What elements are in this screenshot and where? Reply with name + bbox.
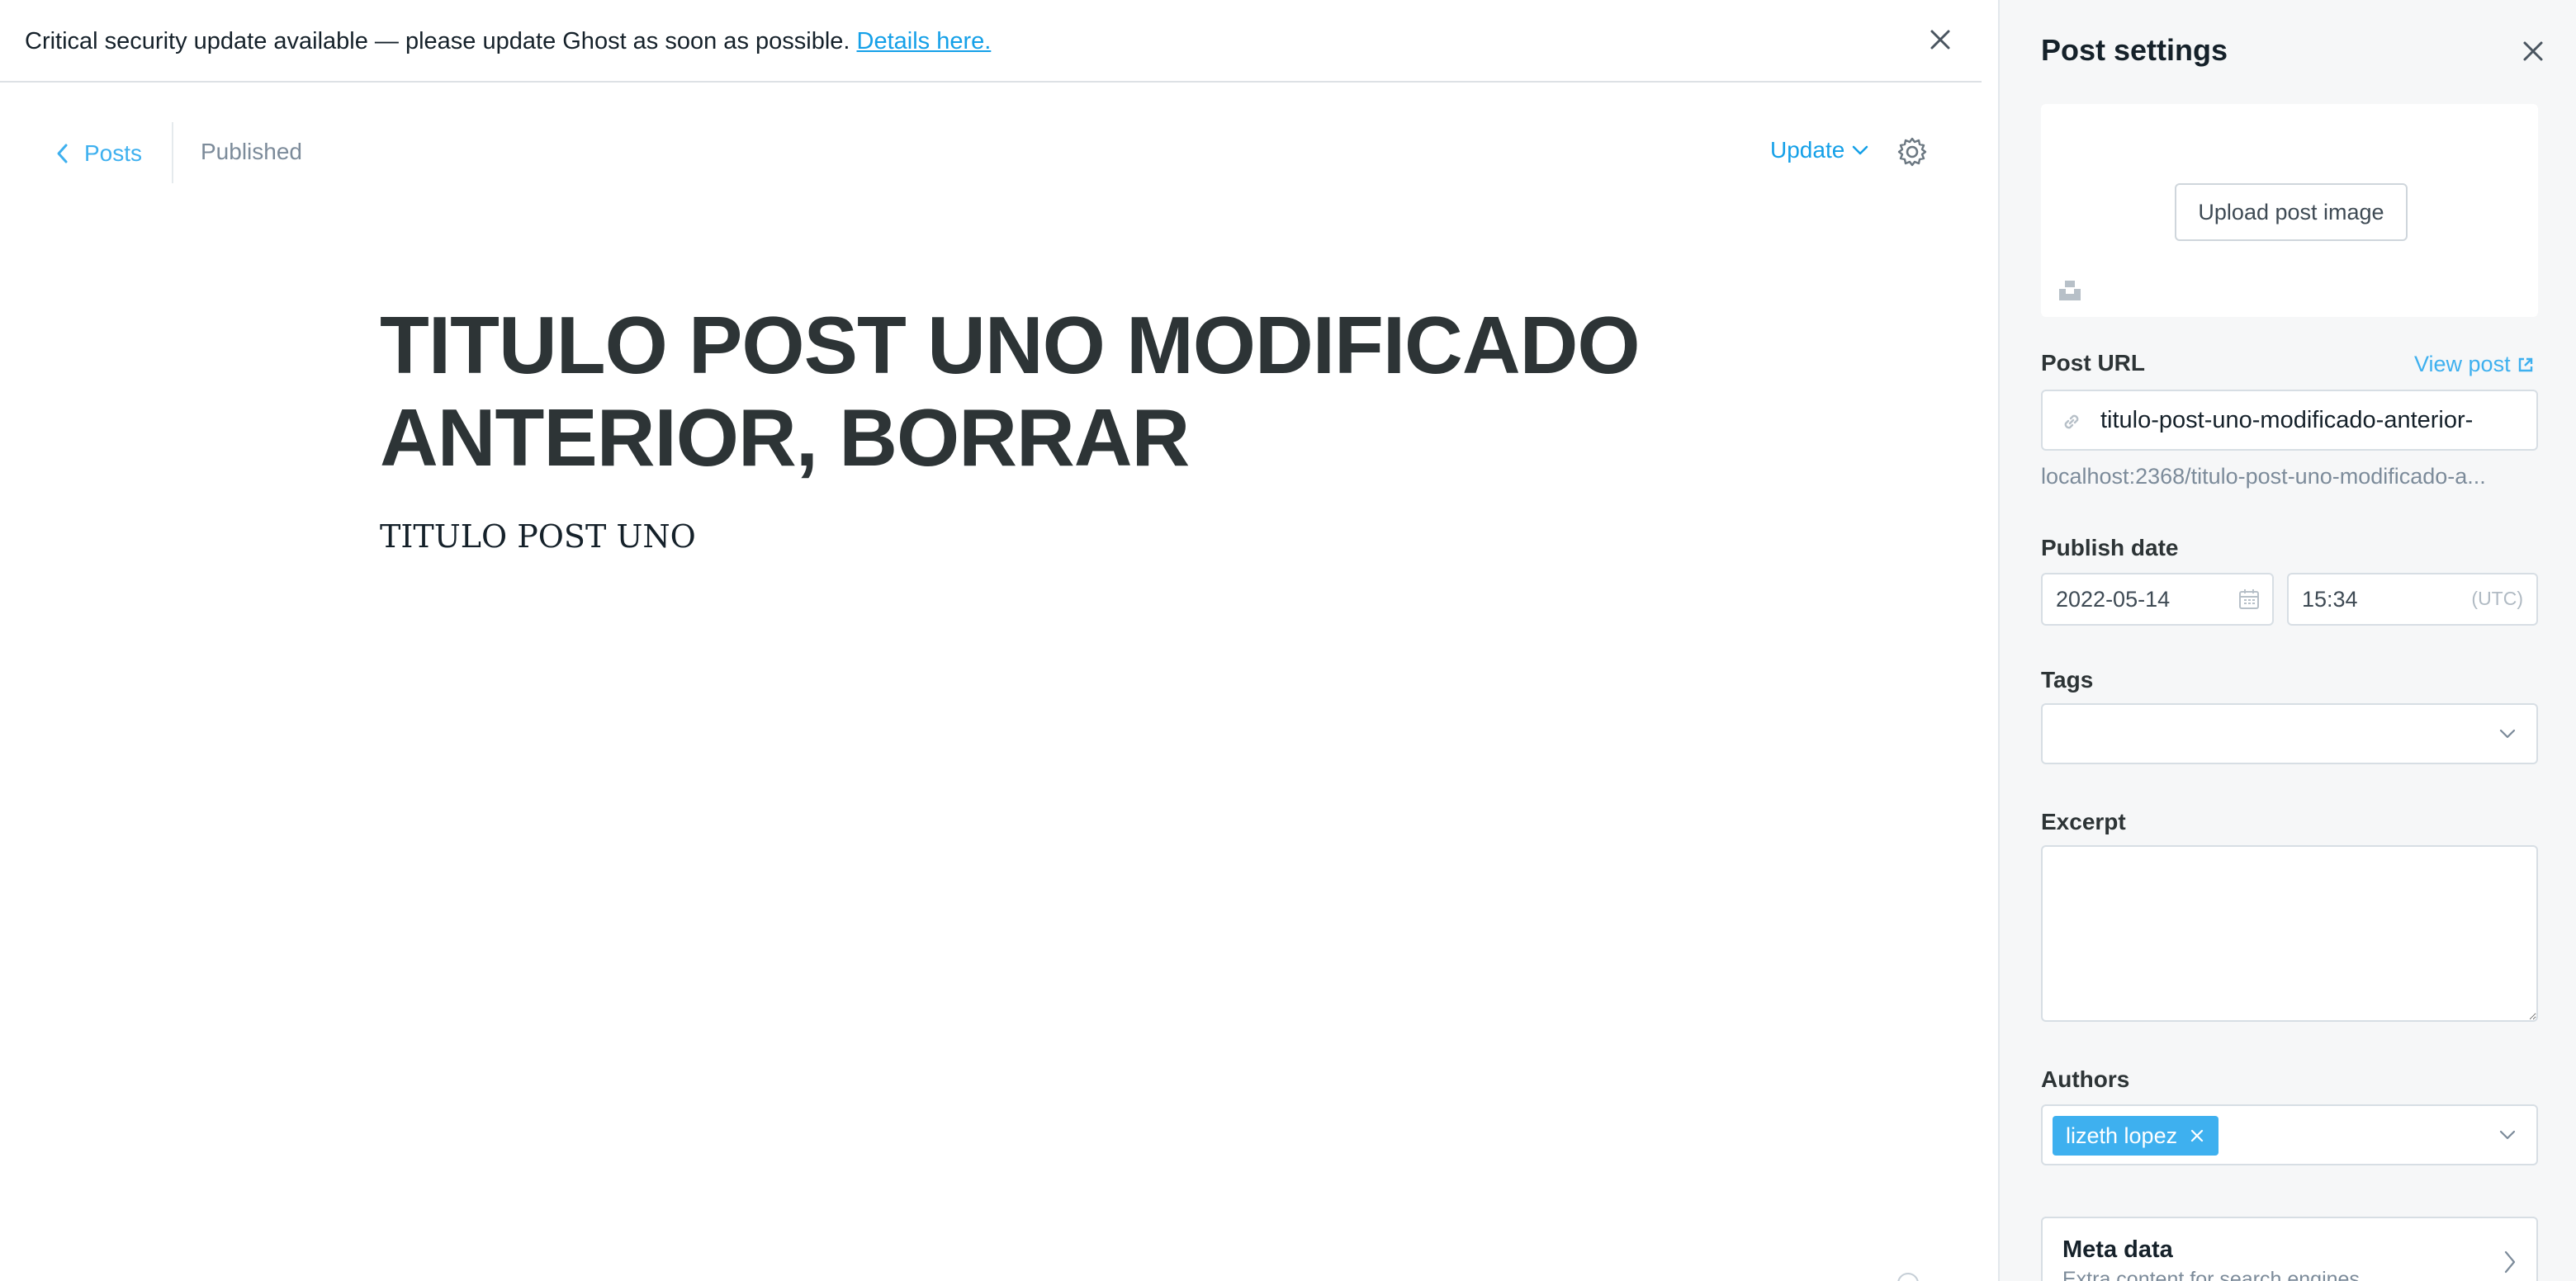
tags-select[interactable]: [2041, 703, 2538, 764]
external-link-icon: [2518, 357, 2532, 371]
update-button[interactable]: Update: [1770, 137, 1869, 163]
editor-nav: Posts Published Update: [0, 83, 1982, 223]
update-button-label: Update: [1770, 137, 1845, 163]
close-icon[interactable]: [1924, 23, 1957, 56]
chevron-down-icon: [1853, 145, 1868, 155]
chevron-down-icon: [2499, 729, 2516, 739]
post-body[interactable]: TITULO POST UNO: [380, 513, 696, 560]
word-count-indicator: [1897, 1273, 1919, 1281]
calendar-icon[interactable]: [2237, 588, 2261, 611]
view-post-link[interactable]: View post: [2414, 352, 2534, 377]
author-chip: lizeth lopez: [2053, 1116, 2219, 1156]
authors-label: Authors: [2041, 1066, 2130, 1092]
author-name: lizeth lopez: [2066, 1123, 2178, 1148]
post-settings-panel: Post settings Upload post image Post URL…: [1998, 0, 2576, 1281]
editor-area: Critical security update available — ple…: [0, 0, 1982, 1281]
post-image-uploader: Upload post image: [2041, 104, 2538, 317]
authors-select[interactable]: lizeth lopez: [2041, 1104, 2538, 1165]
upload-post-image-button[interactable]: Upload post image: [2175, 183, 2408, 241]
publish-time-input[interactable]: [2302, 574, 2451, 624]
panel-title: Post settings: [2041, 33, 2228, 67]
alert-details-link[interactable]: Details here.: [857, 28, 992, 54]
view-post-label: View post: [2414, 352, 2511, 376]
post-url-field: [2041, 390, 2538, 451]
post-full-url: localhost:2368/titulo-post-uno-modificad…: [2041, 464, 2486, 489]
tags-label: Tags: [2041, 667, 2094, 692]
gear-icon[interactable]: [1896, 135, 1929, 168]
publish-date-input[interactable]: [2056, 574, 2237, 624]
timezone-label: (UTC): [2471, 588, 2523, 609]
chevron-left-icon: [57, 144, 68, 163]
unsplash-icon[interactable]: [2057, 277, 2082, 302]
meta-data-subtitle: Extra content for search engines: [2062, 1268, 2360, 1281]
close-icon[interactable]: [2517, 35, 2550, 68]
post-status: Published: [201, 139, 302, 164]
publish-time-field: (UTC): [2287, 573, 2538, 626]
post-url-label: Post URL: [2041, 350, 2145, 376]
nav-divider: [172, 122, 173, 183]
chevron-down-icon: [2499, 1130, 2516, 1140]
excerpt-field: [2041, 845, 2538, 1022]
excerpt-label: Excerpt: [2041, 809, 2126, 834]
security-alert-banner: Critical security update available — ple…: [0, 0, 1982, 83]
alert-message: Critical security update available — ple…: [25, 25, 991, 58]
meta-data-card[interactable]: Meta data Extra content for search engin…: [2041, 1217, 2538, 1281]
excerpt-textarea[interactable]: [2043, 847, 2536, 1020]
back-to-posts-link[interactable]: Posts: [54, 135, 142, 172]
close-icon[interactable]: [2189, 1127, 2205, 1144]
meta-data-title: Meta data: [2062, 1236, 2173, 1263]
publish-date-field: [2041, 573, 2274, 626]
chevron-right-icon: [2504, 1250, 2516, 1274]
back-link-label: Posts: [84, 140, 143, 166]
publish-date-label: Publish date: [2041, 535, 2179, 560]
link-icon: [2064, 414, 2079, 429]
alert-message-text: Critical security update available — ple…: [25, 28, 850, 54]
post-url-input[interactable]: [2100, 391, 2530, 449]
post-title[interactable]: TITULO POST UNO MODIFICADO ANTERIOR, BOR…: [380, 299, 1701, 484]
